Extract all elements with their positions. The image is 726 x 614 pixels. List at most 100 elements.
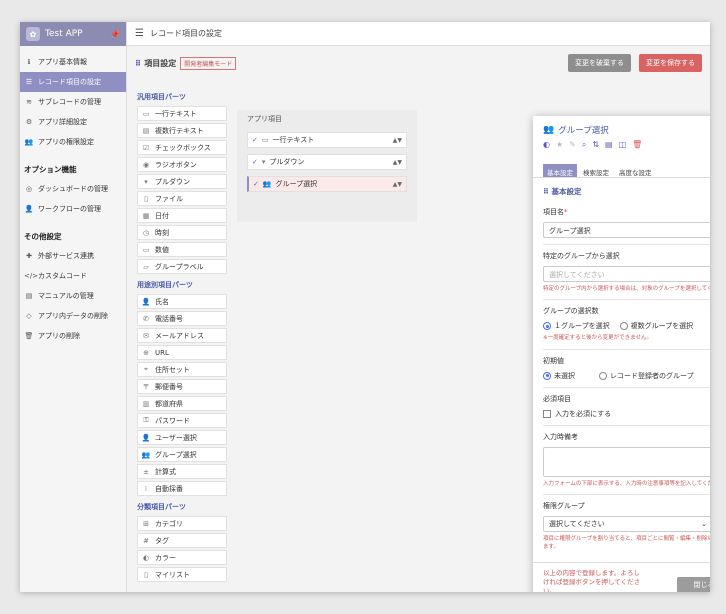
sidebar-item-custom-code[interactable]: </> カスタムコード xyxy=(20,266,126,286)
bookmark-icon: ▯ xyxy=(144,570,148,579)
part-auto-number[interactable]: ⁞ 自動採番 xyxy=(137,481,227,496)
tab-advanced[interactable]: 高度な設定 xyxy=(615,164,656,177)
part-group-select[interactable]: 👥 グループ選択 xyxy=(137,447,227,462)
save-button[interactable]: 変更を保存する xyxy=(639,54,702,72)
radio-multi-group[interactable]: 複数グループを選択 xyxy=(619,321,693,331)
part-password[interactable]: ⚿ パスワード xyxy=(137,413,227,428)
radio-registrant-group[interactable]: レコード登録者のグループ xyxy=(599,371,694,381)
part-user-select[interactable]: 👤 ユーザー選択 xyxy=(137,430,227,445)
field-settings-dialog: 👥 グループ選択 ◐ ★ ✎ ⌕ ⇅ ▤ ◫ 🗑 ✕ ❐ 基本設定 検 xyxy=(533,116,710,592)
part-dropdown[interactable]: ▾ プルダウン xyxy=(137,174,227,189)
required-checkbox[interactable]: 入力を必須にする xyxy=(543,409,611,419)
sidebar-item-external[interactable]: ✚ 外部サービス連携 xyxy=(20,246,126,266)
sort-icon[interactable]: ▲▼ xyxy=(393,159,402,166)
table-icon[interactable]: ▤ xyxy=(605,140,613,150)
globe-icon: ⊕ xyxy=(143,348,149,357)
clock-icon: ◷ xyxy=(142,228,150,237)
search-icon[interactable]: ⌕ xyxy=(582,140,586,150)
star-icon[interactable]: ★ xyxy=(556,140,563,150)
phone-icon: ✆ xyxy=(143,314,149,323)
dialog-tabs: 基本設定 検索設定 高度な設定 xyxy=(533,152,710,178)
file-icon: ▯ xyxy=(144,194,148,203)
part-file[interactable]: ▯ ファイル xyxy=(137,191,227,206)
app-window: ✿ Test APP 📌 ℹ アプリ基本情報 ☰ レコード項目の設定 ≋ サブレコード… xyxy=(20,22,710,592)
part-group-label[interactable]: ▱ グループラベル xyxy=(137,259,227,274)
part-checkbox[interactable]: ☑ チェックボックス xyxy=(137,140,227,155)
menu-icon[interactable]: ☰ xyxy=(135,28,144,39)
specific-group-input[interactable]: 選択してください xyxy=(543,266,710,282)
grip-icon: ⠿ xyxy=(135,58,142,68)
tab-basic[interactable]: 基本設定 xyxy=(543,164,577,177)
columns-icon[interactable]: ◫ xyxy=(619,140,627,150)
app-header[interactable]: ✿ Test APP 📌 xyxy=(20,22,126,46)
part-date[interactable]: ▦ 日付 xyxy=(137,208,227,223)
item-name-input[interactable]: グループ選択 xyxy=(543,222,710,238)
sidebar-item-app-info[interactable]: ℹ アプリ基本情報 xyxy=(20,52,126,72)
part-radio[interactable]: ◉ ラジオボタン xyxy=(137,157,227,172)
sidebar-item-dashboard[interactable]: ◎ ダッシュボードの管理 xyxy=(20,179,126,199)
sidebar-item-detail-settings[interactable]: ⚙ アプリ詳細設定 xyxy=(20,112,126,132)
section-title: ⠿ 基本設定 xyxy=(543,187,582,196)
field-row[interactable]: ✓ ▭ 一行テキスト ▲▼ xyxy=(247,132,407,148)
sidebar-section-other: その他設定 xyxy=(24,232,62,241)
dialog-header: 👥 グループ選択 ◐ ★ ✎ ⌕ ⇅ ▤ ◫ 🗑 ✕ ❐ xyxy=(533,116,710,152)
list-icon: ☰ xyxy=(25,78,33,86)
part-number[interactable]: ▭ 数値 xyxy=(137,242,227,257)
dev-mode-badge: 開発者編集モード xyxy=(180,56,237,70)
part-mylist[interactable]: ▯ マイリスト xyxy=(137,567,227,582)
sidebar-item-permissions[interactable]: 👥 アプリの権限設定 xyxy=(20,132,126,152)
part-postal[interactable]: 〒郵便番号 xyxy=(137,379,227,394)
trash-icon[interactable]: 🗑 xyxy=(632,140,642,150)
toolbar: ⠿ 項目設定 開発者編集モード 変更を破棄する 変更を保存する xyxy=(127,46,710,80)
note-textarea[interactable] xyxy=(543,446,710,477)
postal-icon: 〒 xyxy=(142,382,150,391)
sidebar-item-delete-data[interactable]: ◇ アプリ内データの削除 xyxy=(20,306,126,326)
close-button[interactable]: 閉じる xyxy=(677,577,710,592)
folder-icon: ▱ xyxy=(143,262,149,271)
sort-icon[interactable]: ▲▼ xyxy=(393,137,402,144)
sidebar-section-options: オプション機能 xyxy=(24,165,77,174)
sidebar-item-subrecord[interactable]: ≋ サブレコードの管理 xyxy=(20,92,126,112)
field-row-selected[interactable]: ✓ 👥 グループ選択 ▲▼ xyxy=(247,176,407,192)
part-multi-line-text[interactable]: ▤ 複数行テキスト xyxy=(137,123,227,138)
sidebar-item-record-fields[interactable]: ☰ レコード項目の設定 xyxy=(20,72,126,92)
part-url[interactable]: ⊕ URL xyxy=(137,345,227,360)
calc-icon: ± xyxy=(143,467,149,476)
part-email[interactable]: ✉ メールアドレス xyxy=(137,328,227,343)
permission-group-select[interactable]: 選択してください ⌄ xyxy=(543,515,710,532)
trash-icon: 🗑 xyxy=(24,332,34,340)
sort-icon[interactable]: ▲▼ xyxy=(393,181,402,188)
part-formula[interactable]: ± 計算式 xyxy=(137,464,227,479)
calendar-icon: ▦ xyxy=(142,211,150,220)
sidebar-item-workflow[interactable]: 👤 ワークフローの管理 xyxy=(20,199,126,219)
part-tag[interactable]: # タグ xyxy=(137,533,227,548)
check-icon: ✓ xyxy=(253,180,259,188)
pin-icon[interactable]: 📌 xyxy=(110,30,120,39)
part-name[interactable]: 👤 氏名 xyxy=(137,294,227,309)
toggle-icon[interactable]: ◐ xyxy=(543,140,550,150)
field-specific-group: 2 特定のグループから選択 選択してください 特定のグループ内から選択する場合は… xyxy=(543,245,710,301)
discard-button[interactable]: 変更を破棄する xyxy=(568,54,631,72)
field-initial-value: 4 初期値 未選択 レコード登録者のグループ xyxy=(543,350,710,388)
sidebar-item-delete-app[interactable]: 🗑 アプリの削除 xyxy=(20,326,126,346)
part-category[interactable]: ⊞ カテゴリ xyxy=(137,516,227,531)
tab-search[interactable]: 検索設定 xyxy=(579,164,613,177)
part-phone[interactable]: ✆ 電話番号 xyxy=(137,311,227,326)
radio-single-group[interactable]: １グループを選択 xyxy=(543,321,610,331)
pen-icon[interactable]: ✎ xyxy=(569,140,576,150)
top-bar: ☰ レコード項目の設定 xyxy=(127,22,710,46)
part-prefecture[interactable]: ▥ 都道府県 xyxy=(137,396,227,411)
field-row[interactable]: ✓ ▾ プルダウン ▲▼ xyxy=(247,154,407,170)
map-icon: ▥ xyxy=(142,399,150,408)
field-input-note: 6 入力時備考 入力フォームの下部に表示する、入力時の注意事項等を記入してくださ… xyxy=(543,426,710,495)
info-icon: ℹ xyxy=(27,58,31,66)
field-select-count: 3 グループの選択数 １グループを選択 複数グループを選択 ※一度確定すると後か… xyxy=(543,300,710,350)
sidebar-item-manual[interactable]: ▤ マニュアルの管理 xyxy=(20,286,126,306)
radio-icon: ◉ xyxy=(142,160,150,169)
radio-unselected[interactable]: 未選択 xyxy=(543,371,575,381)
sort-icon[interactable]: ⇅ xyxy=(592,140,599,150)
part-time[interactable]: ◷ 時刻 xyxy=(137,225,227,240)
part-single-line-text[interactable]: ▭ 一行テキスト xyxy=(137,106,227,121)
part-address[interactable]: ⌖ 住所セット xyxy=(137,362,227,377)
part-color[interactable]: ◐ カラー xyxy=(137,550,227,565)
